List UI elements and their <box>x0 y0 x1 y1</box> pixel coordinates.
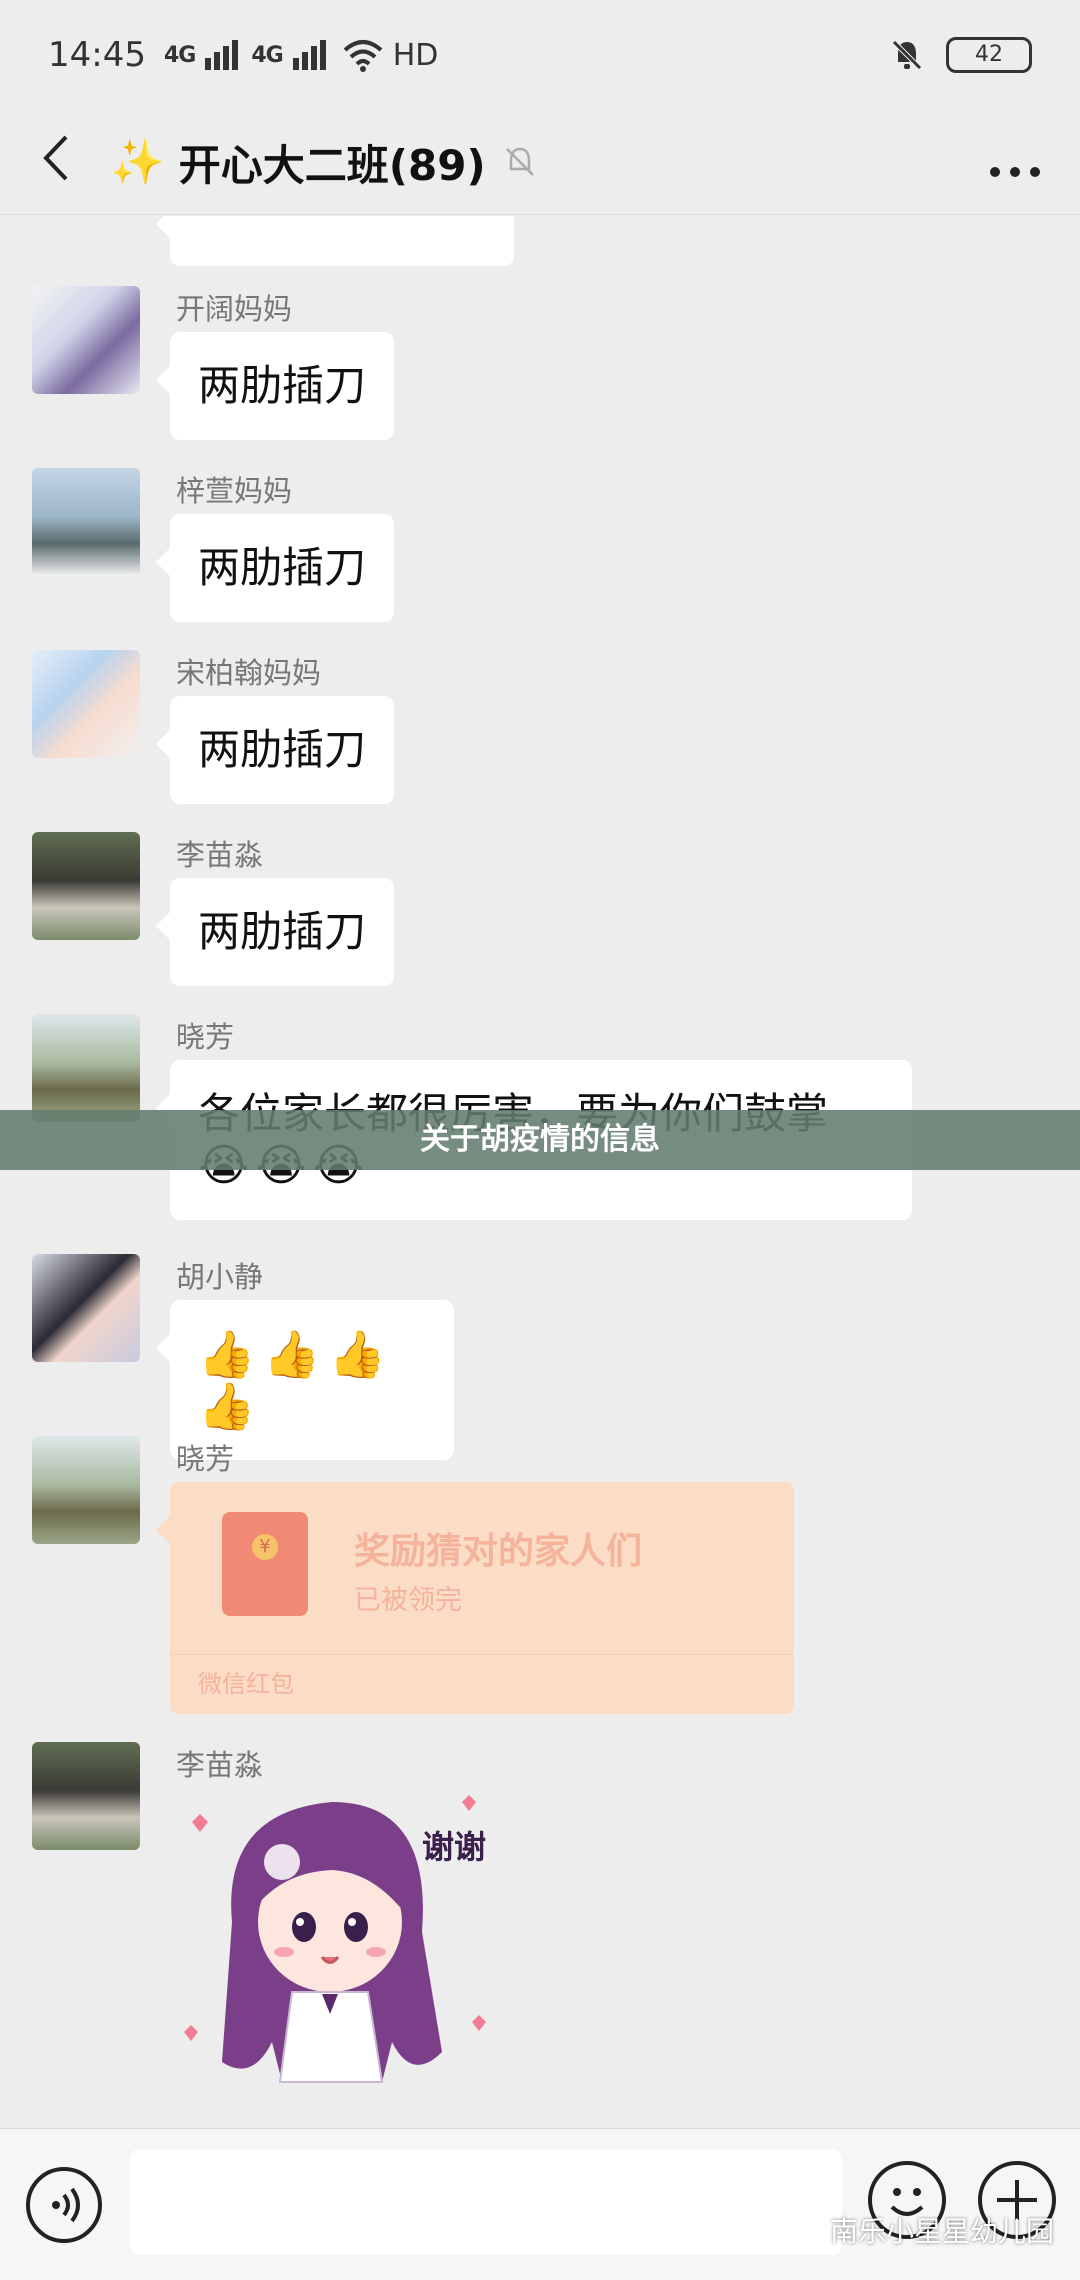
chat-header: ✨ 开心大二班(89) <box>0 110 1080 215</box>
chat-title-area[interactable]: ✨ 开心大二班(89) <box>110 132 538 193</box>
sender-name: 李苗淼 <box>176 838 264 872</box>
message-item: 梓萱妈妈 两肋插刀 <box>0 468 1080 628</box>
red-packet-status: 已被领完 <box>354 1585 462 1616</box>
avatar[interactable] <box>32 832 140 940</box>
signal-bars-icon <box>205 40 239 70</box>
watermark-text: 南乐小星星幼儿园 <box>829 2215 1054 2248</box>
message-item: 开阔妈妈 两肋插刀 <box>0 286 1080 446</box>
sender-name: 晓芳 <box>176 1020 235 1054</box>
avatar[interactable] <box>32 286 140 394</box>
status-bar: 14:45 4G 4G HD 42 <box>0 0 1080 110</box>
more-icon <box>990 167 1040 177</box>
thank-you-sticker[interactable]: 谢谢 <box>172 1782 502 2112</box>
wechat-icon <box>780 2214 820 2245</box>
sender-name: 梓萱妈妈 <box>176 474 293 508</box>
message-item: 宋柏翰妈妈 两肋插刀 <box>0 650 1080 810</box>
chat-title: 开心大二班(89) <box>178 140 486 190</box>
sender-name: 晓芳 <box>176 1442 235 1476</box>
signal-icon-2: 4G <box>251 42 283 68</box>
mute-icon <box>505 147 534 176</box>
more-options-button[interactable] <box>950 134 1080 190</box>
chat-message-list[interactable]: 开阔妈妈 两肋插刀 梓萱妈妈 两肋插刀 宋柏翰妈妈 两肋插刀 李苗淼 两肋插刀 … <box>0 216 1080 2128</box>
message-bubble[interactable]: 两肋插刀 <box>155 878 395 986</box>
avatar[interactable] <box>32 1254 140 1362</box>
message-bubble-partial <box>156 216 514 266</box>
avatar[interactable] <box>32 650 140 758</box>
avatar[interactable] <box>32 1014 140 1122</box>
sticker-text: 谢谢 <box>422 1828 486 1866</box>
back-button[interactable] <box>0 130 110 194</box>
message-input[interactable] <box>130 2149 842 2255</box>
sparkle-icon: ✨ <box>110 137 165 188</box>
message-item: 晓芳 奖励猜对的家人们 已被领完 微信红包 <box>0 1436 1080 1726</box>
red-envelope-icon <box>222 1512 308 1616</box>
message-bubble[interactable]: 两肋插刀 <box>155 696 395 804</box>
voice-icon <box>52 2187 80 2223</box>
message-item: 李苗淼 两肋插刀 <box>0 832 1080 992</box>
sender-name: 胡小静 <box>176 1260 264 1294</box>
message-partial <box>0 216 1080 266</box>
status-time: 14:45 <box>48 35 146 75</box>
signal-bars-icon-2 <box>292 40 326 70</box>
avatar[interactable] <box>32 1436 140 1544</box>
red-packet-card[interactable]: 奖励猜对的家人们 已被领完 微信红包 <box>156 1482 794 1714</box>
voice-button[interactable] <box>26 2167 102 2243</box>
watermark: 南乐小星星幼儿园 <box>780 2210 1054 2250</box>
avatar[interactable] <box>32 1742 140 1850</box>
sender-name: 开阔妈妈 <box>176 292 293 326</box>
sender-name: 宋柏翰妈妈 <box>176 656 322 690</box>
message-item: 李苗淼 谢谢 <box>0 1742 1080 2128</box>
avatar[interactable] <box>32 468 140 576</box>
message-bubble[interactable]: 两肋插刀 <box>155 332 395 440</box>
mute-bell-icon <box>892 40 922 70</box>
message-item: 胡小静 👍👍👍👍 <box>0 1254 1080 1460</box>
overlay-banner: 关于胡疫情的信息 <box>0 1110 1080 1170</box>
hd-indicator: HD <box>392 37 439 73</box>
signal-icon-1: 4G <box>163 42 196 68</box>
red-packet-footer: 微信红包 <box>170 1654 794 1714</box>
chevron-left-icon <box>43 135 68 181</box>
message-bubble[interactable]: 两肋插刀 <box>155 514 395 622</box>
red-packet-title: 奖励猜对的家人们 <box>354 1531 643 1572</box>
chat-input-bar <box>0 2128 1080 2280</box>
battery-indicator: 42 <box>946 37 1032 73</box>
sender-name: 李苗淼 <box>176 1748 264 1782</box>
wifi-icon <box>343 40 383 72</box>
